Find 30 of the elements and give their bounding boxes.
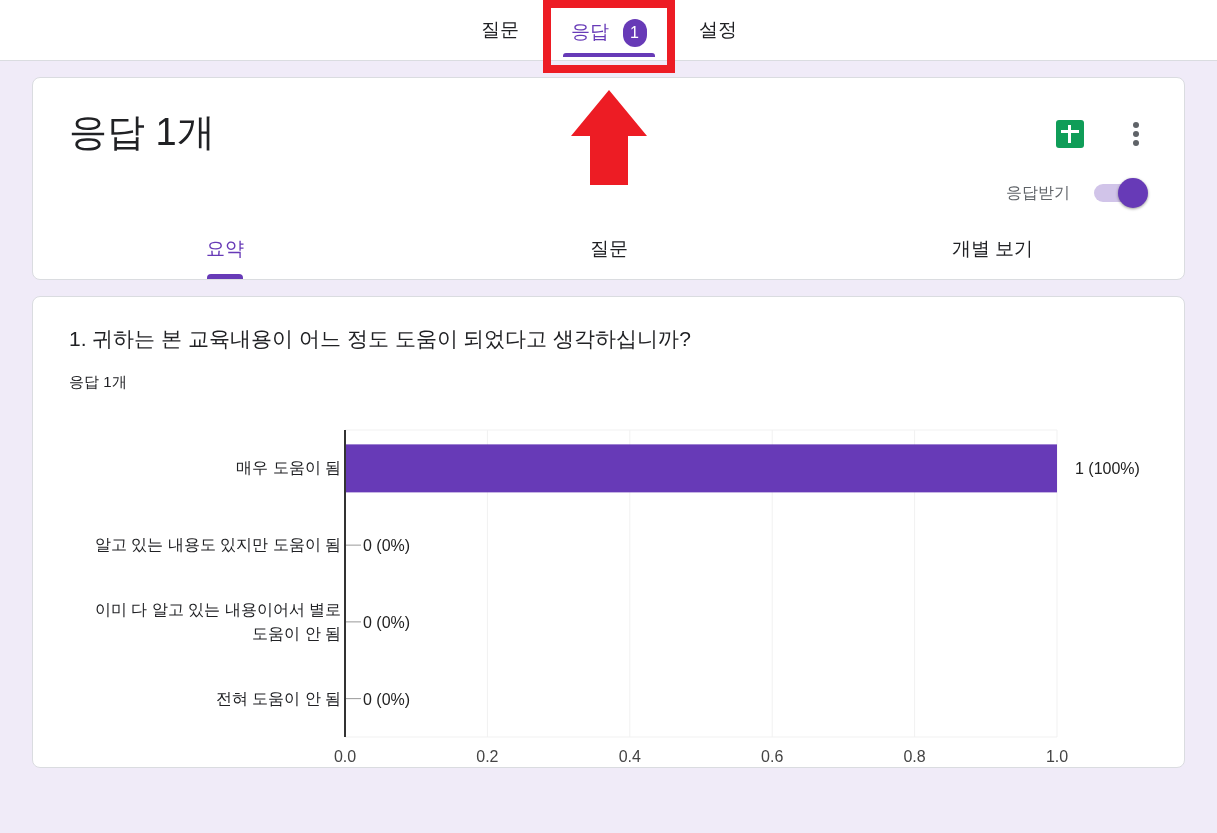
value-label: 0 (0%) bbox=[363, 690, 411, 708]
tab[interactable]: 응답 1 bbox=[554, 8, 663, 57]
value-label: 0 (0%) bbox=[363, 613, 411, 631]
question-title: 1. 귀하는 본 교육내용이 어느 정도 도움이 되었다고 생각하십니까? bbox=[69, 326, 692, 352]
toggle-label: 응답받기 bbox=[1006, 183, 1070, 203]
axis-tick-label: 0.0 bbox=[333, 748, 357, 765]
value-label: 0 (0%) bbox=[363, 537, 411, 555]
axis-tick-label: 1.0 bbox=[1045, 748, 1069, 765]
leader-line bbox=[344, 698, 362, 700]
tab[interactable]: 개별 보기 bbox=[800, 219, 1184, 279]
category-label: 알고 있는 내용도 있지만 도움이 됨 bbox=[93, 535, 341, 556]
axis-tick-label: 0.2 bbox=[476, 748, 499, 765]
category-label: 이미 다 알고 있는 내용이어서 별로 도움이 안 됨 bbox=[93, 599, 341, 644]
page-title: 응답 1개 bbox=[69, 110, 215, 155]
tab[interactable]: 요약 bbox=[33, 219, 417, 279]
axis-tick-label: 0.6 bbox=[761, 748, 784, 765]
axis-tick-label: 0.8 bbox=[903, 748, 926, 765]
value-label: 1 (100%) bbox=[1075, 460, 1140, 478]
response-count: 응답 1개 bbox=[69, 371, 128, 392]
tab[interactable]: 설정 bbox=[682, 0, 753, 61]
category-label: 전혀 도움이 안 됨 bbox=[214, 688, 341, 709]
leader-line bbox=[344, 544, 362, 546]
spreadsheet-icon[interactable] bbox=[1056, 120, 1084, 148]
tab[interactable]: 질문 bbox=[464, 0, 535, 61]
count-badge: 1 bbox=[622, 18, 647, 47]
category-label: 매우 도움이 됨 bbox=[235, 458, 341, 479]
tab[interactable]: 질문 bbox=[416, 219, 801, 279]
axis-tick-label: 0.4 bbox=[618, 748, 641, 765]
leader-line bbox=[344, 621, 362, 623]
more-options-icon[interactable] bbox=[1132, 121, 1140, 147]
